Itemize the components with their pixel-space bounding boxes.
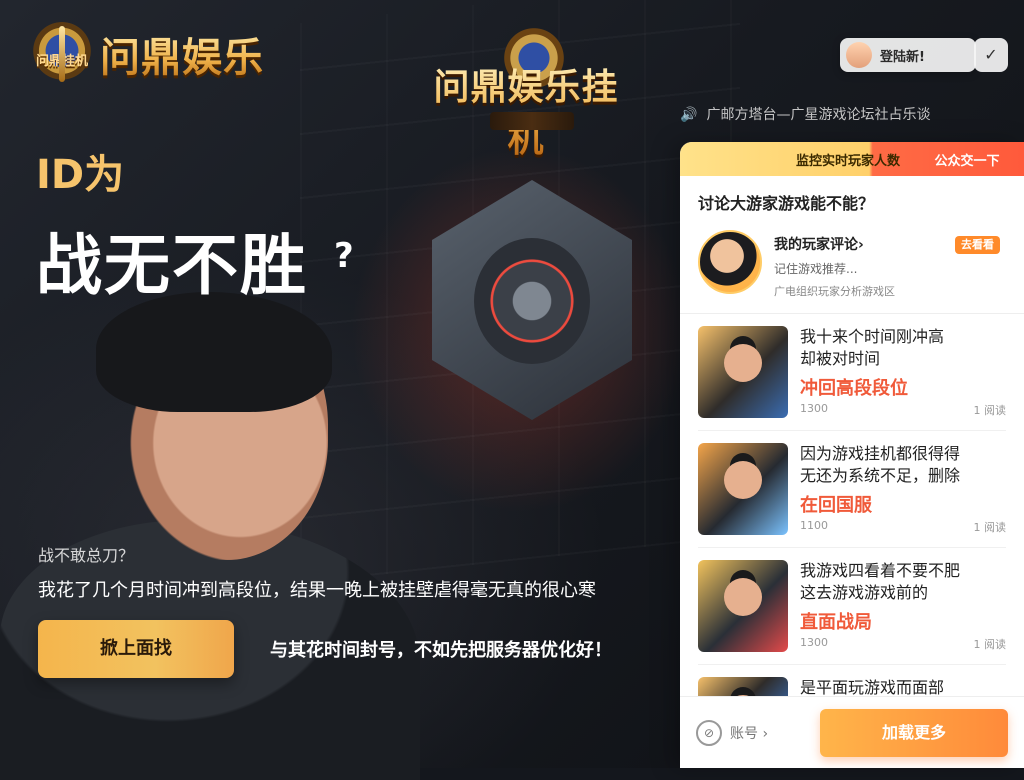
- featured-meta: 我的玩家评论› 记住游戏推荐... 广电组织玩家分析游戏区 去看看: [774, 230, 1006, 299]
- center-ribbon: [490, 112, 574, 130]
- featured-small: 广电组织玩家分析游戏区: [774, 285, 895, 298]
- list-accent: 冲回高段段位: [800, 378, 908, 399]
- list-accent: 直面战局: [800, 612, 872, 633]
- list-accent: 在回国服: [800, 495, 872, 516]
- tab-right[interactable]: 公众交一下: [910, 142, 1024, 176]
- top-login-text: 登陆新!: [880, 49, 925, 65]
- emblem-icon: 问鼎挂机: [30, 22, 94, 86]
- brand-title: 问鼎娱乐: [100, 25, 264, 83]
- center-brand-title: 问鼎娱乐挂机: [416, 58, 636, 162]
- center-logo: 问鼎娱乐挂机: [416, 22, 636, 160]
- list-foot-left: 1300: [800, 402, 828, 415]
- top-tagline: 🔊 广邮方塔台—广星游戏论坛社占乐谈: [680, 104, 1020, 124]
- list-item[interactable]: 因为游戏挂机都很得得 无还为系统不足，删除 在回国服 1100 1 阅读: [698, 431, 1006, 548]
- featured-post[interactable]: 我的玩家评论› 记住游戏推荐... 广电组织玩家分析游戏区 去看看: [680, 224, 1024, 314]
- list-item-info: 因为游戏挂机都很得得 无还为系统不足，删除 在回国服 1100 1 阅读: [800, 443, 1006, 535]
- list-footer: 1100 1 阅读: [800, 519, 1006, 535]
- hero-question-mark: ?: [334, 236, 354, 276]
- hero-cta-button[interactable]: 掀上面找: [38, 620, 234, 678]
- speaker-icon: 🔊: [680, 107, 698, 123]
- load-more-button[interactable]: 加载更多: [820, 708, 1008, 757]
- hero-line1: ID为: [36, 152, 125, 198]
- top-login-pill[interactable]: 登陆新!: [840, 38, 976, 72]
- panel-title: 讨论大游家游戏能不能？: [698, 194, 875, 213]
- list-item-info: 我十来个时间刚冲高 却被对时间 冲回高段段位 1300 1 阅读: [800, 326, 1006, 418]
- right-panel: 监控实时玩家人数 公众交一下 讨论大游家游戏能不能？ 我的玩家评论› 记住游戏推…: [680, 142, 1024, 768]
- list-item[interactable]: 我十来个时间刚冲高 却被对时间 冲回高段段位 1300 1 阅读: [698, 314, 1006, 431]
- hero-line2: 战无不胜: [36, 227, 308, 304]
- top-tagline-text: 广邮方塔台—广星游戏论坛社占乐谈: [706, 107, 931, 123]
- person-hair: [96, 292, 332, 412]
- list-foot-left: 1300: [800, 636, 828, 649]
- list-item[interactable]: 我游戏四看着不要不肥 这去游戏游戏前的 直面战局 1300 1 阅读: [698, 548, 1006, 665]
- list-foot-right: 1 阅读: [973, 521, 1007, 534]
- emblem-text: 问鼎挂机: [35, 54, 88, 69]
- list-foot-right: 1 阅读: [973, 404, 1007, 417]
- list-headline-line2: 却被对时间: [800, 349, 881, 368]
- hero-subquestion: 战不敢总刀？: [38, 546, 135, 565]
- account-icon: ⊘: [696, 719, 722, 746]
- post-list: 我十来个时间刚冲高 却被对时间 冲回高段段位 1300 1 阅读 因为游戏挂机都…: [680, 314, 1024, 733]
- account-label: 账号 ›: [730, 725, 769, 742]
- list-item-info: 我游戏四看着不要不肥 这去游戏游戏前的 直面战局 1300 1 阅读: [800, 560, 1006, 652]
- list-thumbnail: [698, 326, 788, 418]
- featured-avatar: [698, 230, 762, 294]
- list-headline: 因为游戏挂机都很得得 无还为系统不足，删除: [800, 443, 1006, 487]
- brand-logo-left[interactable]: 问鼎挂机 问鼎娱乐: [30, 22, 264, 86]
- list-headline: 我游戏四看着不要不肥 这去游戏游戏前的: [800, 560, 1006, 604]
- list-headline-line1: 因为游戏挂机都很得得: [800, 444, 961, 463]
- top-check-button[interactable]: ✓: [974, 38, 1008, 72]
- tab-left[interactable]: 监控实时玩家人数: [680, 142, 910, 176]
- list-headline-line2: 这去游戏游戏前的: [800, 583, 929, 602]
- list-headline-line1: 我游戏四看着不要不肥: [800, 561, 961, 580]
- hero-slogan: 与其花时间封号，不如先把服务器优化好！: [270, 640, 612, 661]
- list-headline-line1: 我十来个时间刚冲高: [800, 327, 945, 346]
- account-button[interactable]: ⊘ 账号 ›: [696, 719, 769, 746]
- list-footer: 1300 1 阅读: [800, 636, 1006, 652]
- panel-tabs: 监控实时玩家人数 公众交一下: [680, 142, 1024, 176]
- list-headline-line2: 无还为系统不足，删除: [800, 466, 961, 485]
- list-thumbnail: [698, 560, 788, 652]
- list-foot-left: 1100: [800, 519, 828, 532]
- list-footer: 1300 1 阅读: [800, 402, 1006, 418]
- list-foot-right: 1 阅读: [973, 638, 1007, 651]
- panel-bottom-bar: ⊘ 账号 › 加载更多: [680, 696, 1024, 768]
- avatar-icon: [846, 42, 872, 68]
- featured-badge[interactable]: 去看看: [955, 236, 1000, 254]
- hero-description: 我花了几个月时间冲到高段位，结果一晚上被挂壁虐得毫无真的很心寒: [38, 580, 596, 601]
- list-headline: 我十来个时间刚冲高 却被对时间: [800, 326, 1006, 370]
- featured-tagline: 记住游戏推荐...: [774, 262, 858, 276]
- list-thumbnail: [698, 443, 788, 535]
